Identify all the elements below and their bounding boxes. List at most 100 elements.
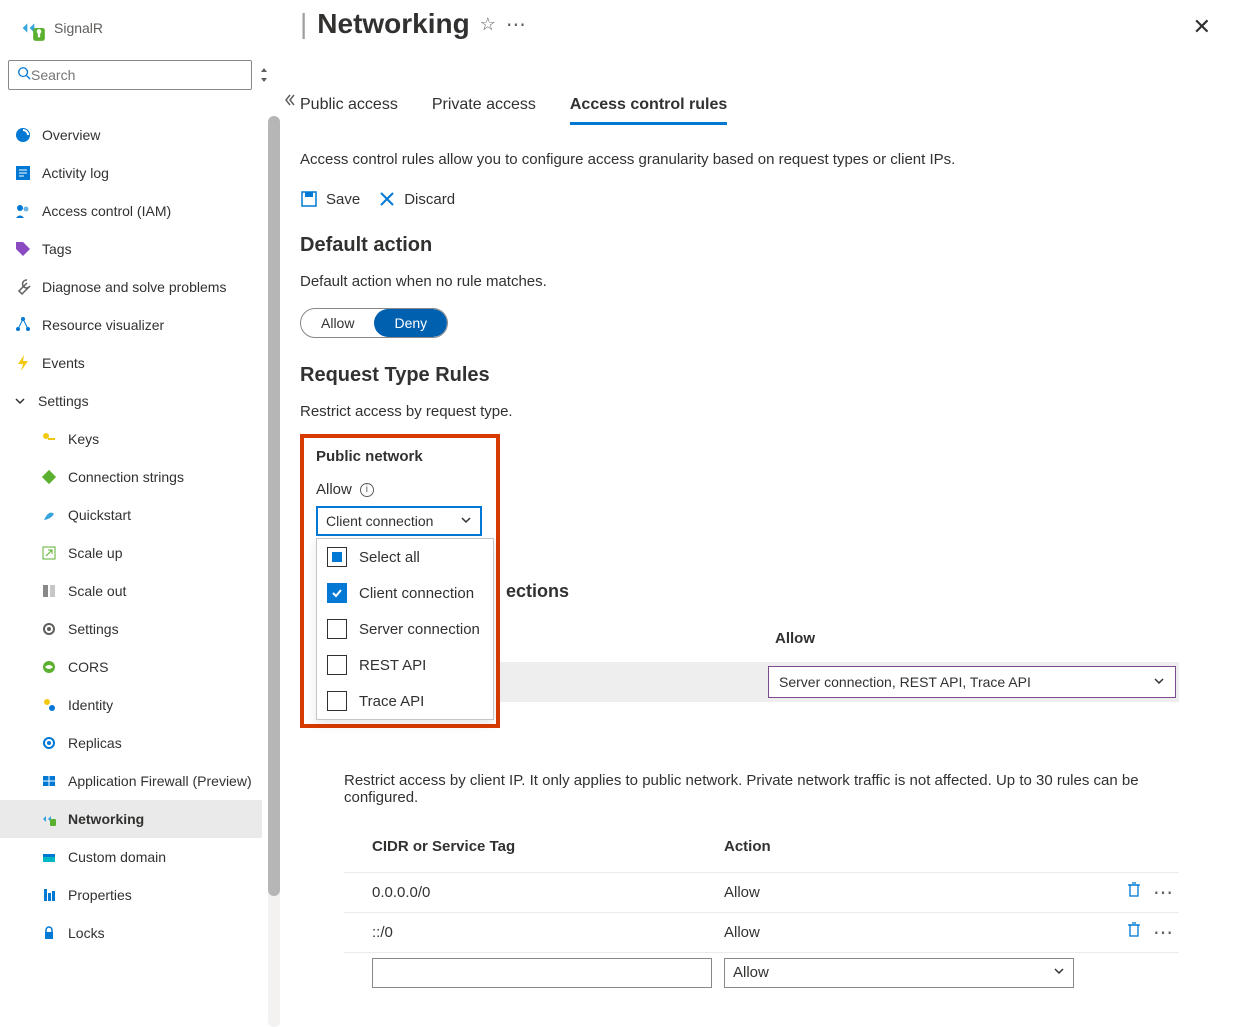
nav-label: Settings xyxy=(68,621,119,637)
partial-heading-fragment: ections xyxy=(506,581,569,602)
new-action-value: Allow xyxy=(733,964,769,981)
people-icon xyxy=(14,202,32,220)
sidebar-item-scale-out[interactable]: Scale out xyxy=(0,572,262,610)
dropdown-option-trace-api[interactable]: Trace API xyxy=(317,683,493,719)
col-action: Action xyxy=(724,838,1179,855)
allow-type-combo[interactable]: Client connection xyxy=(316,506,482,536)
nav-label: Locks xyxy=(68,925,105,941)
allow-column-header: Allow xyxy=(775,630,815,647)
sidebar-item-networking[interactable]: Networking xyxy=(0,800,262,838)
new-action-select[interactable]: Allow xyxy=(724,958,1074,988)
option-label: Trace API xyxy=(359,693,424,710)
dropdown-option-client-connection[interactable]: Client connection xyxy=(317,575,493,611)
properties-icon xyxy=(40,886,58,904)
firewall-icon xyxy=(40,772,58,790)
sidebar-item-iam[interactable]: Access control (IAM) xyxy=(0,192,262,230)
lock-icon xyxy=(40,924,58,942)
sidebar-item-events[interactable]: Events xyxy=(0,344,262,382)
row-more-icon[interactable]: ⋯ xyxy=(1153,880,1175,905)
nav-label: Application Firewall (Preview) xyxy=(68,773,252,789)
nav-label: Settings xyxy=(38,393,89,409)
tag-icon xyxy=(14,240,32,258)
dropdown-option-select-all[interactable]: Select all xyxy=(317,539,493,575)
checkbox-empty-icon xyxy=(327,691,347,711)
sidebar-item-custom-domain[interactable]: Custom domain xyxy=(0,838,262,876)
sidebar-item-connection-strings[interactable]: Connection strings xyxy=(0,458,262,496)
discard-button[interactable]: Discard xyxy=(378,190,455,208)
tab-private-access[interactable]: Private access xyxy=(432,96,536,125)
default-action-toggle[interactable]: Allow Deny xyxy=(300,308,448,338)
tab-public-access[interactable]: Public access xyxy=(300,96,398,125)
default-action-heading: Default action xyxy=(300,234,1211,257)
request-type-rules-desc: Restrict access by request type. xyxy=(300,403,1211,420)
nav-label: Replicas xyxy=(68,735,122,751)
nav-label: Events xyxy=(42,355,85,371)
sidebar-item-keys[interactable]: Keys xyxy=(0,420,262,458)
close-icon[interactable]: ✕ xyxy=(1193,14,1211,40)
discard-icon xyxy=(378,190,396,208)
private-allow-combo[interactable]: Server connection, REST API, Trace API xyxy=(768,666,1176,698)
sidebar-item-scale-up[interactable]: Scale up xyxy=(0,534,262,572)
sidebar-item-replicas[interactable]: Replicas xyxy=(0,724,262,762)
nav-label: Custom domain xyxy=(68,849,166,865)
tab-access-control-rules[interactable]: Access control rules xyxy=(570,96,727,125)
domain-icon xyxy=(40,848,58,866)
nav-label: Networking xyxy=(68,811,144,827)
sidebar-item-locks[interactable]: Locks xyxy=(0,914,262,952)
chevron-down-icon xyxy=(14,394,28,408)
allow-label: Allow xyxy=(316,481,352,498)
row-more-icon[interactable]: ⋯ xyxy=(1153,920,1175,945)
sidebar-item-overview[interactable]: Overview xyxy=(0,116,262,154)
toggle-allow[interactable]: Allow xyxy=(301,309,374,337)
ip-rule-new-row: Allow xyxy=(344,952,1179,992)
sidebar-item-identity[interactable]: Identity xyxy=(0,686,262,724)
delete-icon[interactable] xyxy=(1125,920,1143,945)
dropdown-option-rest-api[interactable]: REST API xyxy=(317,647,493,683)
sidebar-search[interactable] xyxy=(8,60,252,90)
save-label: Save xyxy=(326,191,360,208)
nav-label: Identity xyxy=(68,697,113,713)
request-type-rules-heading: Request Type Rules xyxy=(300,364,1211,387)
sidebar-item-activity-log[interactable]: Activity log xyxy=(0,154,262,192)
nav-label: Keys xyxy=(68,431,99,447)
sidebar-group-settings[interactable]: Settings xyxy=(0,382,262,420)
sidebar-item-quickstart[interactable]: Quickstart xyxy=(0,496,262,534)
delete-icon[interactable] xyxy=(1125,880,1143,905)
sidebar-item-tags[interactable]: Tags xyxy=(0,230,262,268)
allow-type-dropdown: Select all Client connection Server conn… xyxy=(316,538,494,720)
sidebar-item-properties[interactable]: Properties xyxy=(0,876,262,914)
combo-value: Client connection xyxy=(326,513,433,529)
sidebar-item-settings[interactable]: Settings xyxy=(0,610,262,648)
save-icon xyxy=(300,190,318,208)
sidebar-item-diagnose[interactable]: Diagnose and solve problems xyxy=(0,268,262,306)
gear-icon xyxy=(40,620,58,638)
sidebar-scrollbar[interactable] xyxy=(268,116,280,1027)
nav-label: Diagnose and solve problems xyxy=(42,279,226,295)
sidebar-item-cors[interactable]: CORS xyxy=(0,648,262,686)
tab-description: Access control rules allow you to config… xyxy=(300,151,1211,168)
discard-label: Discard xyxy=(404,191,455,208)
wrench-icon xyxy=(14,278,32,296)
graph-icon xyxy=(14,316,32,334)
sidebar-item-app-firewall[interactable]: Application Firewall (Preview) xyxy=(0,762,262,800)
dropdown-option-server-connection[interactable]: Server connection xyxy=(317,611,493,647)
favorite-star-icon[interactable]: ☆ xyxy=(480,14,496,35)
chevron-down-icon xyxy=(1053,964,1065,981)
expand-updown-icon[interactable] xyxy=(258,68,272,82)
scaleout-icon xyxy=(40,582,58,600)
ip-rule-row: 0.0.0.0/0 Allow ⋯ xyxy=(344,872,1179,912)
replicas-icon xyxy=(40,734,58,752)
page-title: Networking xyxy=(317,8,469,40)
collapse-sidebar-icon[interactable] xyxy=(282,92,298,113)
search-input[interactable] xyxy=(31,67,243,83)
toggle-deny[interactable]: Deny xyxy=(374,309,447,337)
more-actions-icon[interactable]: ⋯ xyxy=(506,12,528,37)
save-button[interactable]: Save xyxy=(300,190,360,208)
info-icon[interactable]: i xyxy=(360,483,374,497)
bolt-icon xyxy=(14,354,32,372)
option-label: Server connection xyxy=(359,621,480,638)
chevron-down-icon xyxy=(1153,674,1165,690)
sidebar-item-resource-visualizer[interactable]: Resource visualizer xyxy=(0,306,262,344)
new-cidr-input[interactable] xyxy=(372,958,712,988)
log-icon xyxy=(14,164,32,182)
